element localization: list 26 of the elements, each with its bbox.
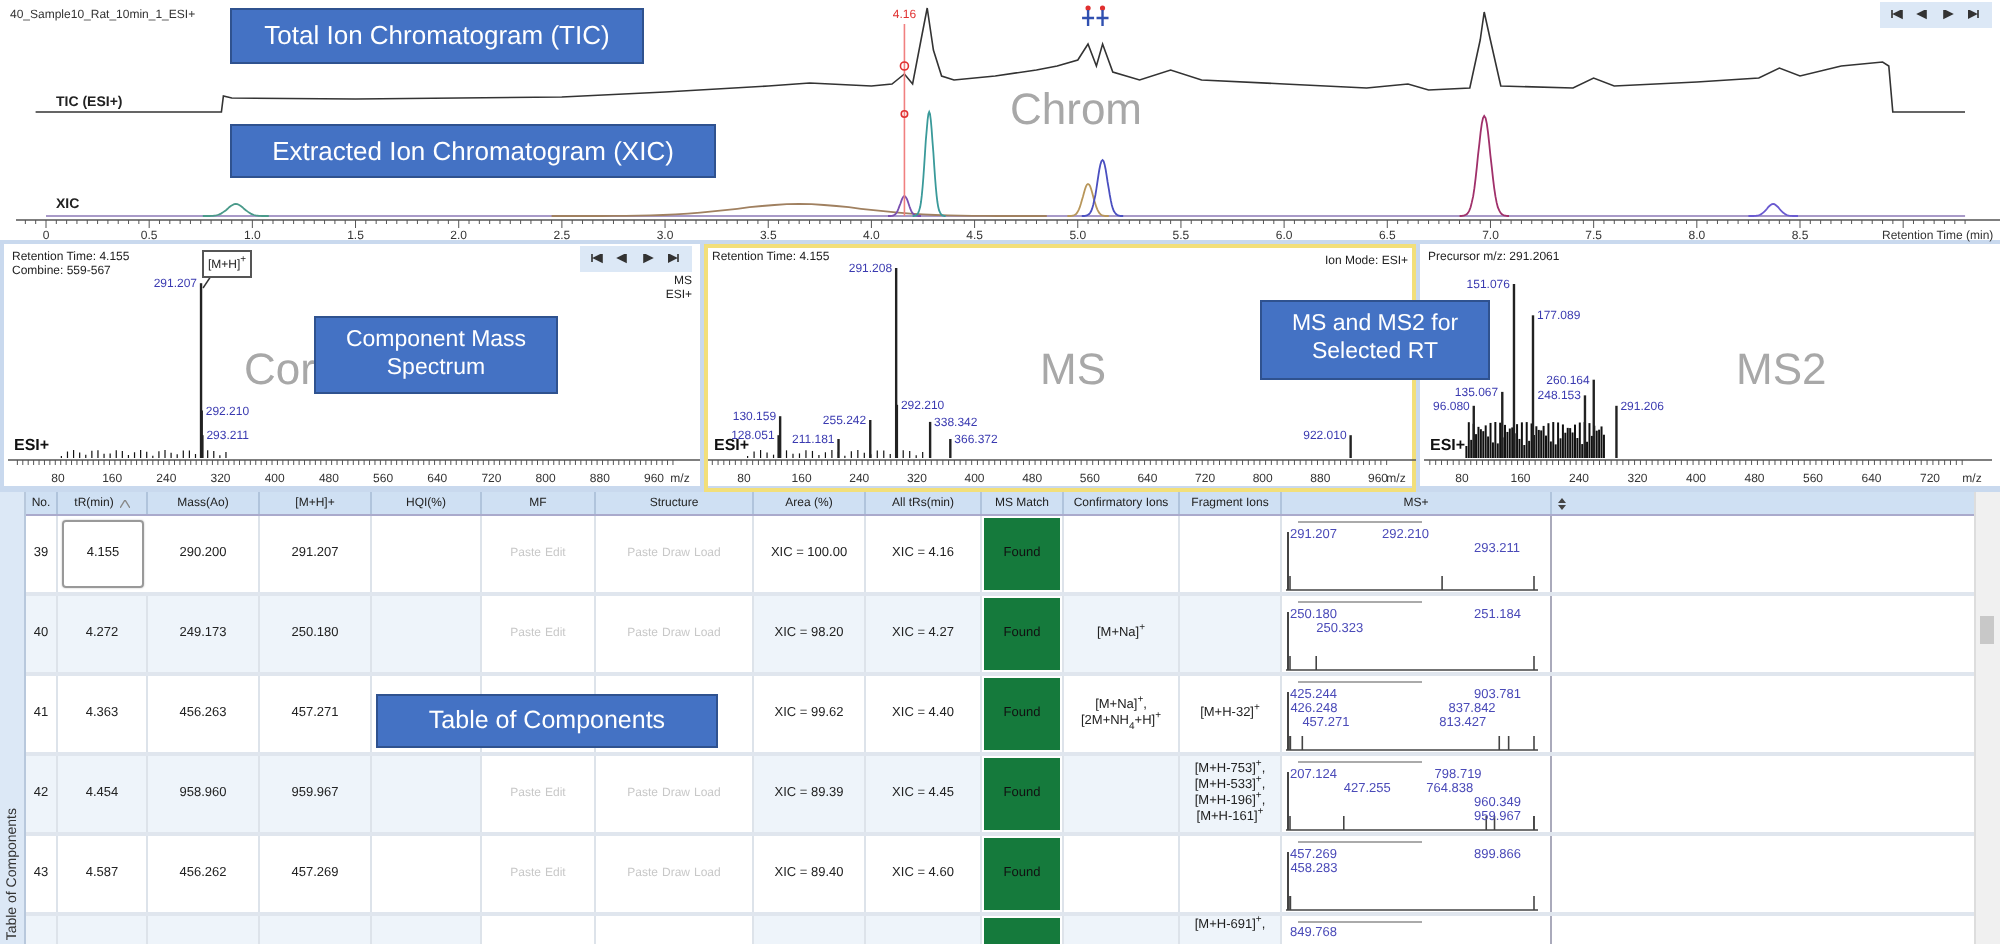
right-arrow-icon xyxy=(1968,10,1982,20)
callout-label: MS and MS2 for Selected RT xyxy=(1260,300,1490,380)
left-arrow-icon xyxy=(1916,10,1930,20)
retention-marker[interactable] xyxy=(899,23,910,217)
panel-label: MS xyxy=(1040,344,1106,394)
right-arrow-icon xyxy=(668,254,682,264)
panel-label: MS2 xyxy=(1736,344,1827,394)
ion-label: ESI+ xyxy=(14,436,50,454)
left-arrow-icon xyxy=(590,254,604,264)
left-arrow-icon xyxy=(1890,10,1904,20)
first-button[interactable] xyxy=(1886,6,1908,24)
panel-label: Cor xyxy=(244,344,315,394)
left-arrow-icon xyxy=(616,254,630,264)
column-menu-icon[interactable] xyxy=(1558,497,1566,509)
scrollbar-thumb[interactable] xyxy=(1980,616,1994,644)
ion-label: ESI+ xyxy=(1430,436,1466,454)
right-arrow-icon xyxy=(1942,10,1956,20)
callout-label: Total Ion Chromatogram (TIC) xyxy=(230,8,644,64)
first-button[interactable] xyxy=(586,250,608,268)
right-arrow-icon xyxy=(642,254,656,264)
panel-label: Chrom xyxy=(1010,84,1143,134)
scrollbar[interactable] xyxy=(1974,492,2000,944)
callout-label: Table of Components xyxy=(376,694,718,748)
ion-label: ESI+ xyxy=(714,436,750,454)
callout-label: Component Mass Spectrum xyxy=(314,316,558,394)
callout-label: Extracted Ion Chromatogram (XIC) xyxy=(230,124,716,178)
